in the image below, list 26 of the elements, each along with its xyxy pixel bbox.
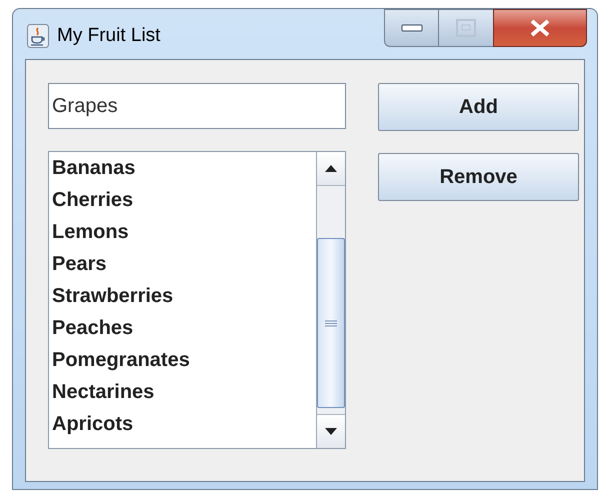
list-item[interactable]: Bananas (52, 152, 316, 184)
coffee-cup-icon (27, 24, 49, 48)
list-item[interactable]: Lemons (52, 216, 316, 248)
close-button[interactable] (493, 9, 587, 47)
action-button[interactable]: Add (378, 83, 579, 131)
list-item[interactable]: Pears (52, 248, 316, 280)
maximize-icon (455, 18, 477, 38)
close-icon (529, 19, 551, 37)
window-title: My Fruit List (57, 24, 160, 48)
list-item[interactable]: Cherries (52, 184, 316, 216)
grip-icon (325, 320, 337, 326)
maximize-button[interactable] (439, 9, 493, 47)
list-item[interactable]: Pomegranates (52, 344, 316, 376)
scroll-up-button[interactable] (317, 152, 345, 186)
minimize-icon (400, 24, 422, 32)
scroll-down-button[interactable] (317, 414, 345, 448)
list-item[interactable]: Peaches (52, 312, 316, 344)
down-arrow-icon (325, 428, 337, 435)
list-item[interactable]: Strawberries (52, 280, 316, 312)
list-item[interactable]: Nectarines (52, 376, 316, 408)
minimize-button[interactable] (384, 9, 439, 47)
action-button[interactable]: Remove (378, 153, 579, 201)
text-field[interactable]: Grapes (48, 83, 346, 129)
up-arrow-icon (325, 165, 337, 172)
list-item[interactable]: Apricots (52, 408, 316, 440)
scroll-thumb[interactable] (317, 238, 345, 408)
